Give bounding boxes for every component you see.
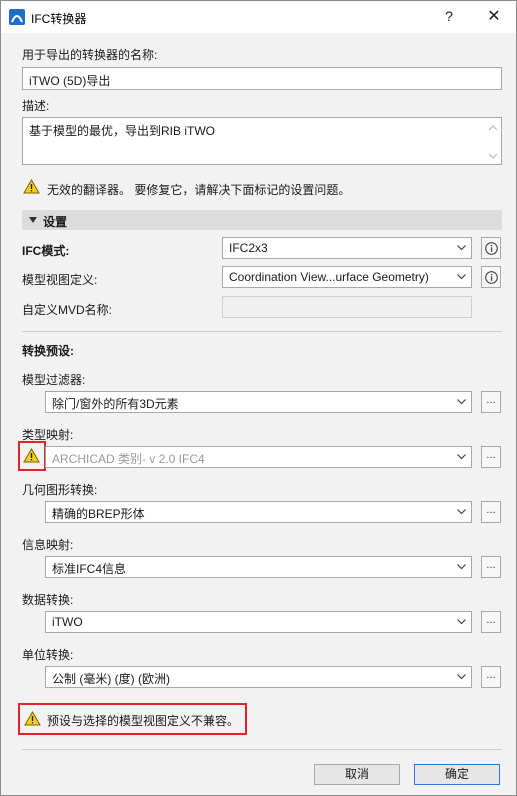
- info-icon: [485, 242, 498, 255]
- window-title: IFC转换器: [31, 12, 87, 26]
- ifc-mode-info-button[interactable]: [481, 237, 501, 259]
- close-button[interactable]: ✕: [484, 6, 504, 26]
- warning-message-bottom: 预设与选择的模型视图定义不兼容。: [47, 714, 240, 728]
- chevron-down-icon: [457, 399, 466, 405]
- settings-section-title: 设置: [43, 215, 68, 229]
- warning-message-top: 无效的翻译器。 要修复它，请解决下面标记的设置问题。: [47, 183, 351, 197]
- geometry-label: 几何图形转换:: [22, 483, 98, 497]
- info-mapping-value: 标准IFC4信息: [52, 562, 127, 576]
- description-textarea[interactable]: 基于模型的最优，导出到RIB iTWO: [22, 117, 502, 165]
- chevron-down-icon: [457, 274, 466, 280]
- type-mapping-more-button[interactable]: ...: [481, 446, 501, 468]
- chevron-down-icon: [457, 509, 466, 515]
- help-button[interactable]: ?: [439, 8, 459, 24]
- chevron-down-icon: [457, 619, 466, 625]
- chevron-down-icon: [457, 245, 466, 251]
- description-text: 基于模型的最优，导出到RIB iTWO: [29, 124, 215, 138]
- presets-title: 转换预设:: [22, 344, 74, 358]
- custom-mvd-input: [222, 296, 472, 318]
- cancel-button[interactable]: 取消: [314, 764, 400, 785]
- info-mapping-label: 信息映射:: [22, 538, 74, 552]
- info-icon: [485, 271, 498, 284]
- mvd-label: 模型视图定义:: [22, 273, 98, 287]
- warning-icon: [23, 448, 40, 463]
- geometry-value: 精确的BREP形体: [52, 507, 145, 521]
- scroll-up-icon[interactable]: [489, 125, 497, 131]
- type-mapping-value: ARCHICAD 类别- v 2.0 IFC4: [52, 452, 205, 466]
- divider: [22, 331, 502, 332]
- mvd-select[interactable]: Coordination View...urface Geometry): [222, 266, 472, 288]
- model-filter-label: 模型过滤器:: [22, 373, 86, 387]
- collapse-triangle-icon: [29, 217, 37, 223]
- warning-icon: [23, 179, 40, 194]
- divider: [22, 749, 502, 750]
- archicad-app-icon: [9, 9, 25, 25]
- scroll-down-icon[interactable]: [489, 153, 497, 159]
- ok-button[interactable]: 确定: [414, 764, 500, 785]
- model-filter-more-button[interactable]: ...: [481, 391, 501, 413]
- unit-conversion-value: 公制 (毫米) (度) (欧洲): [52, 672, 170, 686]
- unit-conversion-more-button[interactable]: ...: [481, 666, 501, 688]
- data-conversion-label: 数据转换:: [22, 593, 74, 607]
- ifc-mode-value: IFC2x3: [229, 241, 268, 255]
- info-mapping-select[interactable]: 标准IFC4信息: [45, 556, 472, 578]
- custom-mvd-label: 自定义MVD名称:: [22, 303, 113, 317]
- title-bar: IFC转换器 ? ✕: [1, 1, 516, 33]
- chevron-down-icon: [457, 454, 466, 460]
- type-mapping-select[interactable]: ARCHICAD 类别- v 2.0 IFC4: [45, 446, 472, 468]
- mvd-info-button[interactable]: [481, 266, 501, 288]
- model-filter-value: 除门/窗外的所有3D元素: [52, 397, 179, 411]
- description-label: 描述:: [22, 99, 50, 113]
- data-conversion-more-button[interactable]: ...: [481, 611, 501, 633]
- unit-conversion-label: 单位转换:: [22, 648, 74, 662]
- ifc-mode-select[interactable]: IFC2x3: [222, 237, 472, 259]
- name-input[interactable]: iTWO (5D)导出: [22, 67, 502, 90]
- chevron-down-icon: [457, 564, 466, 570]
- data-conversion-select[interactable]: iTWO: [45, 611, 472, 633]
- geometry-more-button[interactable]: ...: [481, 501, 501, 523]
- info-mapping-more-button[interactable]: ...: [481, 556, 501, 578]
- unit-conversion-select[interactable]: 公制 (毫米) (度) (欧洲): [45, 666, 472, 688]
- name-label: 用于导出的转换器的名称:: [22, 48, 158, 62]
- model-filter-select[interactable]: 除门/窗外的所有3D元素: [45, 391, 472, 413]
- chevron-down-icon: [457, 674, 466, 680]
- settings-section-header[interactable]: 设置: [22, 210, 502, 230]
- warning-icon: [24, 711, 41, 726]
- data-conversion-value: iTWO: [52, 615, 83, 629]
- geometry-select[interactable]: 精确的BREP形体: [45, 501, 472, 523]
- ifc-mode-label: IFC模式:: [22, 244, 70, 258]
- ifc-translator-dialog: IFC转换器 ? ✕ 用于导出的转换器的名称: iTWO (5D)导出 描述: …: [0, 0, 517, 796]
- mvd-value: Coordination View...urface Geometry): [229, 270, 429, 284]
